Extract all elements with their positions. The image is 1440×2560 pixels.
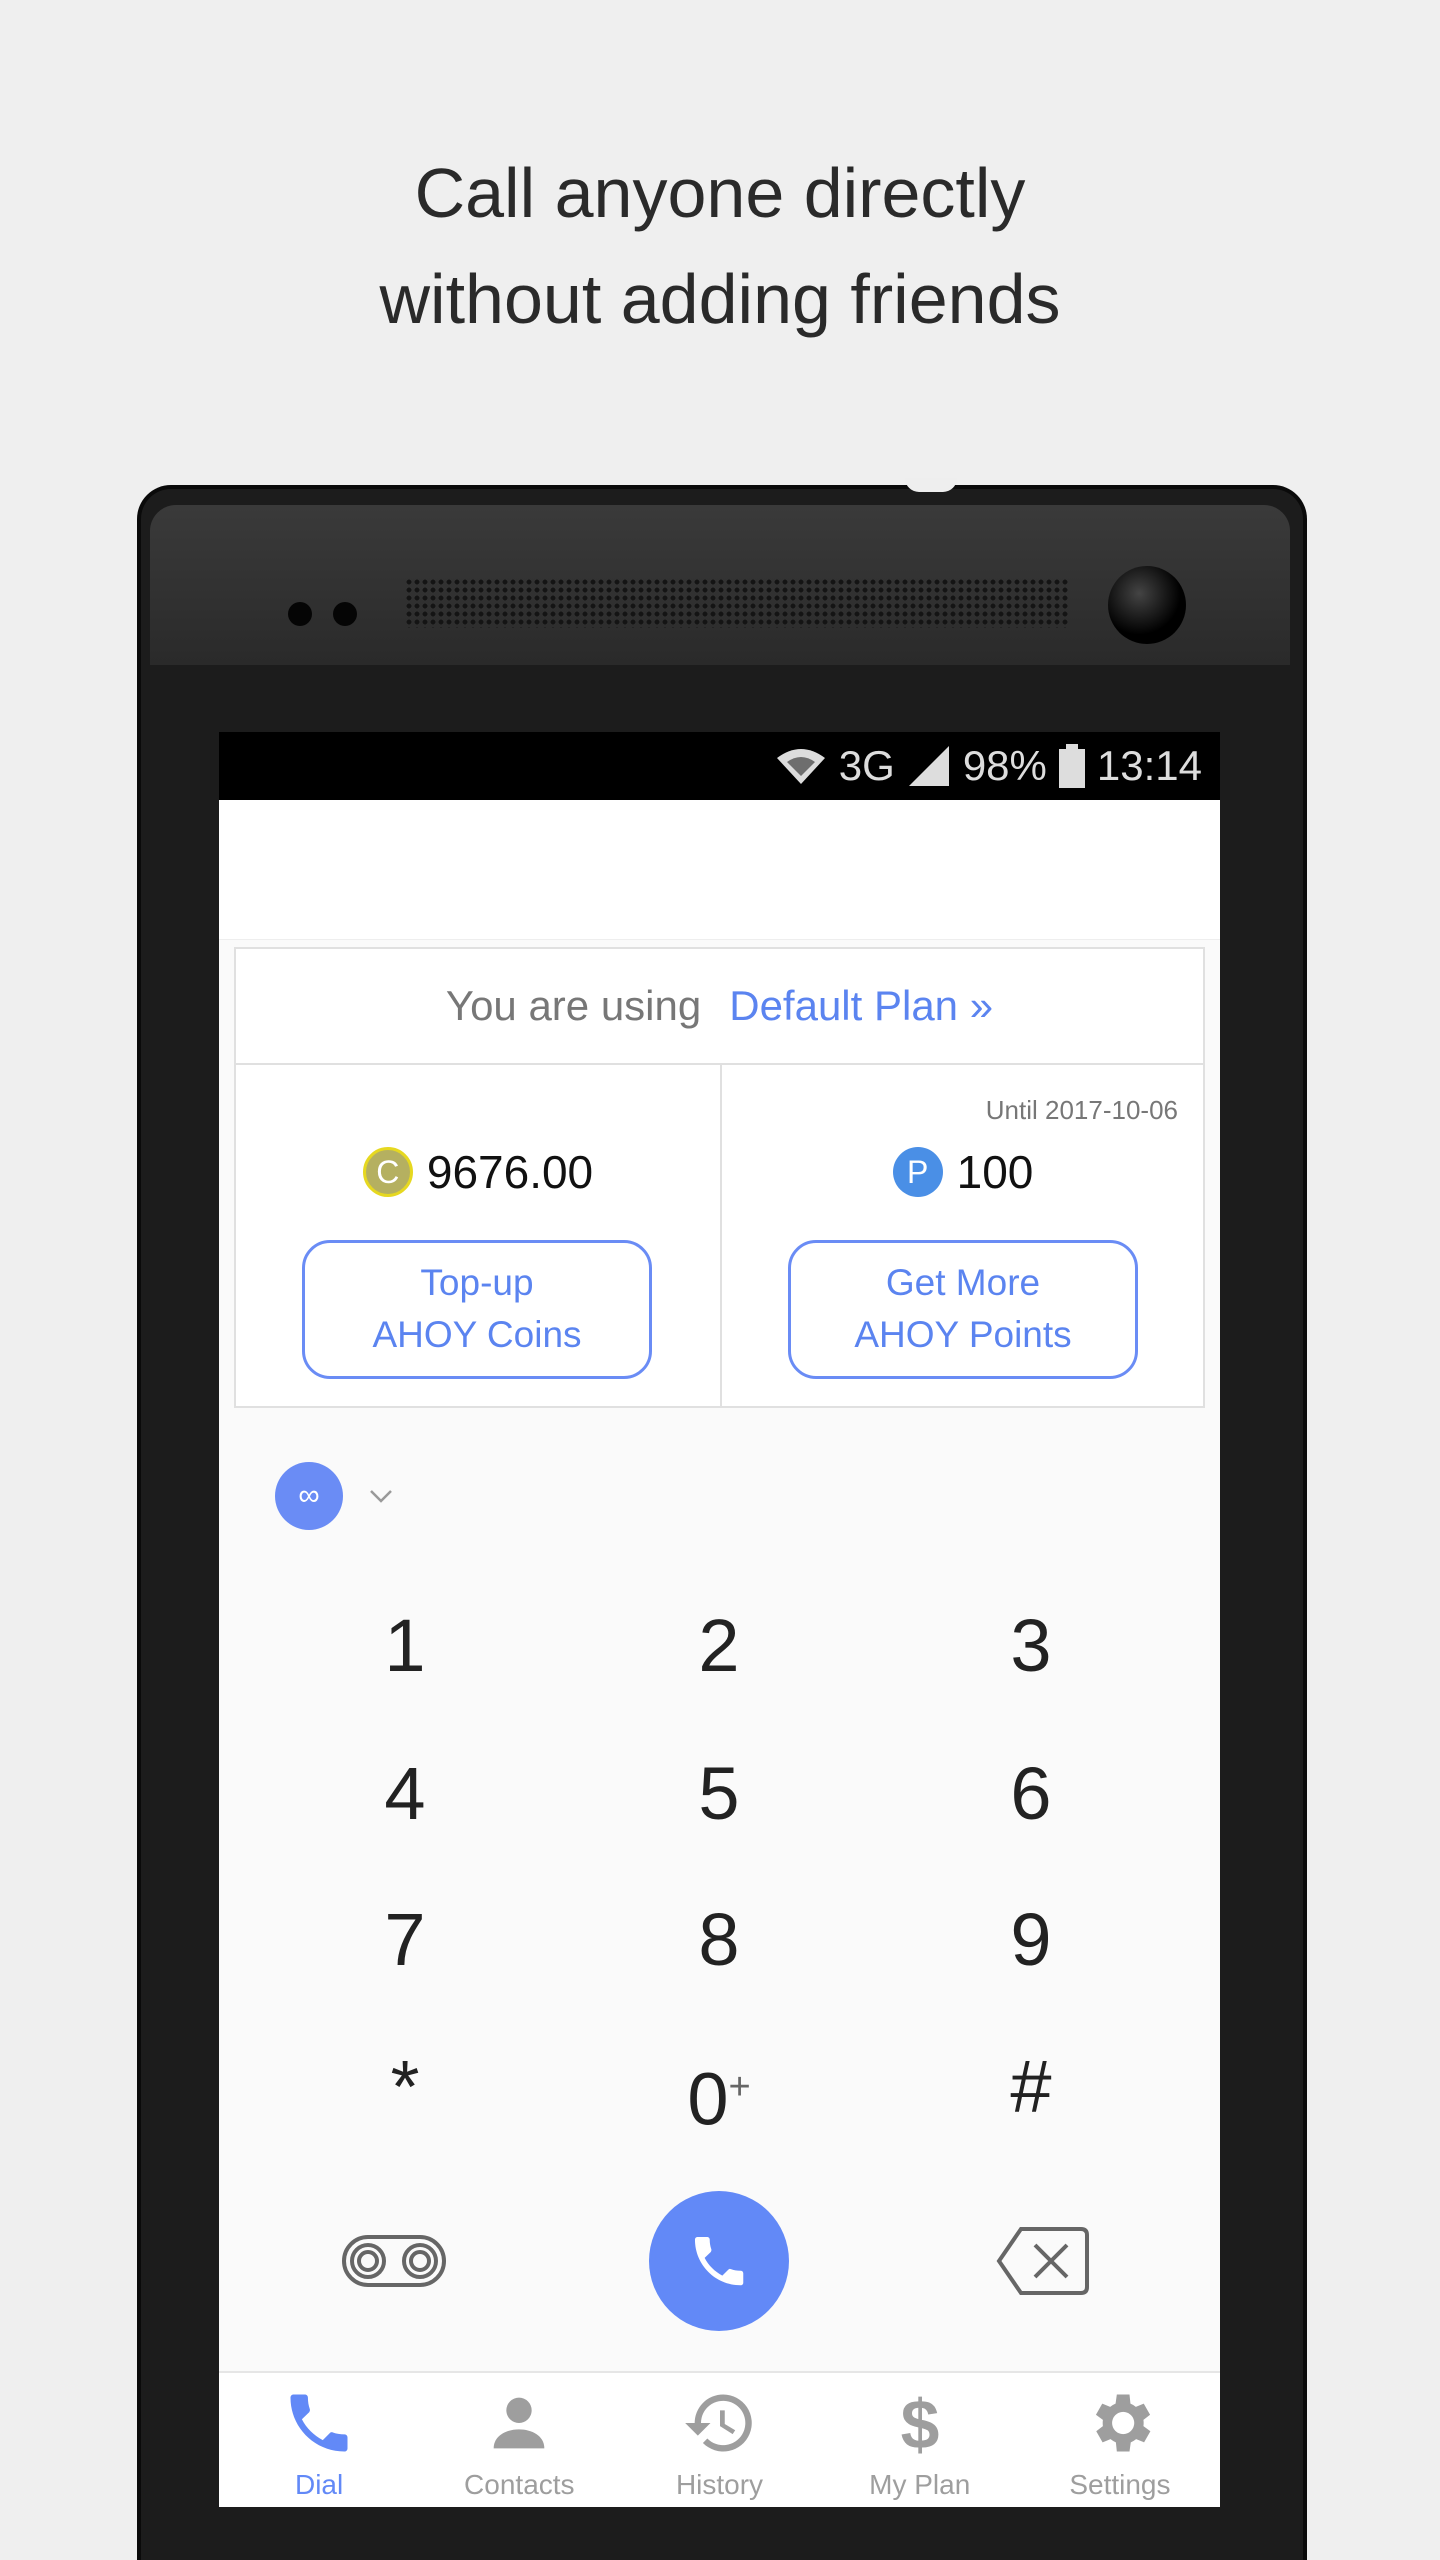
svg-text:$: $ bbox=[900, 2385, 939, 2461]
top-up-coins-button[interactable]: Top-up AHOY Coins bbox=[302, 1240, 652, 1379]
contacts-icon bbox=[493, 2397, 545, 2449]
key-8[interactable]: 8 bbox=[619, 1880, 819, 2000]
key-2[interactable]: 2 bbox=[619, 1586, 819, 1706]
current-plan-row[interactable]: You are using Default Plan » bbox=[236, 949, 1203, 1065]
points-expiry: Until 2017-10-06 bbox=[985, 1095, 1178, 1125]
nav-label: My Plan bbox=[869, 2469, 971, 2500]
key-label: 3 bbox=[1010, 1604, 1052, 1687]
button-label: Get More bbox=[885, 1262, 1041, 1303]
headline-line-1: Call anyone directly bbox=[414, 154, 1026, 232]
coin-icon: C bbox=[362, 1147, 413, 1197]
points-icon: P bbox=[892, 1147, 943, 1197]
key-6[interactable]: 6 bbox=[931, 1734, 1131, 1854]
app-bar bbox=[219, 800, 1220, 940]
coins-cell: C 9676.00 Top-up AHOY Coins bbox=[236, 1065, 720, 1406]
clock: 13:14 bbox=[1096, 742, 1202, 789]
voicemail-button[interactable] bbox=[341, 2229, 447, 2293]
get-more-points-button[interactable]: Get More AHOY Points bbox=[788, 1240, 1138, 1379]
key-label: 6 bbox=[1010, 1752, 1052, 1835]
nav-dial[interactable]: Dial bbox=[219, 2373, 419, 2507]
earpiece-speaker bbox=[405, 578, 1070, 628]
key-4[interactable]: 4 bbox=[305, 1734, 505, 1854]
my-plan-icon: $ bbox=[900, 2385, 939, 2461]
key-9[interactable]: 9 bbox=[931, 1880, 1131, 2000]
key-label: 7 bbox=[384, 1898, 426, 1981]
points-cell: Until 2017-10-06 P 100 Get More AHOY Poi… bbox=[720, 1065, 1204, 1406]
key-label: 8 bbox=[698, 1898, 740, 1981]
key-label: 9 bbox=[1010, 1898, 1052, 1981]
points-balance: P 100 bbox=[722, 1145, 1204, 1199]
button-label: Top-up bbox=[420, 1262, 534, 1303]
phone-icon bbox=[694, 2236, 744, 2286]
key-label: 1 bbox=[384, 1604, 426, 1687]
key-0[interactable]: 0+ bbox=[619, 2027, 819, 2147]
bottom-navigation: Dial Contacts History $ My Plan Settings bbox=[219, 2371, 1220, 2507]
nav-settings[interactable]: Settings bbox=[1020, 2373, 1220, 2507]
chevron-down-icon bbox=[370, 1490, 392, 1503]
button-label: AHOY Coins bbox=[372, 1314, 582, 1355]
front-camera bbox=[1108, 566, 1186, 644]
key-3[interactable]: 3 bbox=[931, 1586, 1131, 1706]
wifi-icon bbox=[776, 749, 825, 784]
key-label: 5 bbox=[698, 1752, 740, 1835]
key-label: 0 bbox=[687, 2057, 729, 2141]
key-label: 2 bbox=[698, 1604, 740, 1687]
sensor-dot bbox=[288, 602, 312, 626]
key-label: # bbox=[1010, 2045, 1052, 2128]
nav-label: Settings bbox=[1069, 2469, 1171, 2500]
plan-name-link[interactable]: Default Plan » bbox=[729, 982, 993, 1030]
backspace-button[interactable] bbox=[995, 2225, 1091, 2297]
nav-my-plan[interactable]: $ My Plan bbox=[820, 2373, 1020, 2507]
plan-using-label: You are using bbox=[445, 982, 702, 1029]
key-star[interactable]: * bbox=[305, 2027, 505, 2147]
caller-id-selector[interactable]: ∞ bbox=[275, 1462, 393, 1530]
key-hash[interactable]: # bbox=[931, 2027, 1131, 2147]
key-sublabel: + bbox=[728, 2066, 751, 2108]
key-1[interactable]: 1 bbox=[305, 1586, 505, 1706]
nav-label: Contacts bbox=[464, 2469, 575, 2500]
coins-balance-value: 9676.00 bbox=[426, 1146, 594, 1198]
button-label: AHOY Points bbox=[854, 1314, 1072, 1355]
phone-notch bbox=[905, 478, 957, 492]
caller-id-icon: ∞ bbox=[275, 1462, 343, 1530]
network-type: 3G bbox=[838, 742, 895, 789]
nav-contacts[interactable]: Contacts bbox=[419, 2373, 619, 2507]
nav-label: Dial bbox=[294, 2469, 344, 2500]
dial-icon bbox=[290, 2394, 348, 2452]
settings-icon bbox=[1095, 2394, 1151, 2452]
nav-label: History bbox=[675, 2469, 764, 2500]
key-label: * bbox=[390, 2045, 420, 2128]
call-button[interactable] bbox=[649, 2191, 789, 2331]
phone-screen: 3G 98% 13:14 You are using Default Plan … bbox=[219, 732, 1220, 2507]
nav-history[interactable]: History bbox=[619, 2373, 819, 2507]
signal-icon bbox=[908, 746, 949, 786]
headline-line-2: without adding friends bbox=[379, 260, 1061, 338]
plan-card: You are using Default Plan » C 9676.00 T… bbox=[234, 947, 1205, 1408]
status-bar: 3G 98% 13:14 bbox=[219, 732, 1220, 800]
history-icon bbox=[684, 2394, 752, 2452]
key-7[interactable]: 7 bbox=[305, 1880, 505, 2000]
battery-percent: 98% bbox=[962, 742, 1047, 789]
key-5[interactable]: 5 bbox=[619, 1734, 819, 1854]
promo-headline: Call anyone directly without adding frie… bbox=[0, 140, 1440, 352]
battery-icon bbox=[1058, 744, 1085, 788]
coins-balance: C 9676.00 bbox=[236, 1145, 720, 1199]
points-balance-value: 100 bbox=[956, 1146, 1034, 1198]
sensor-dot bbox=[333, 602, 357, 626]
key-label: 4 bbox=[384, 1752, 426, 1835]
